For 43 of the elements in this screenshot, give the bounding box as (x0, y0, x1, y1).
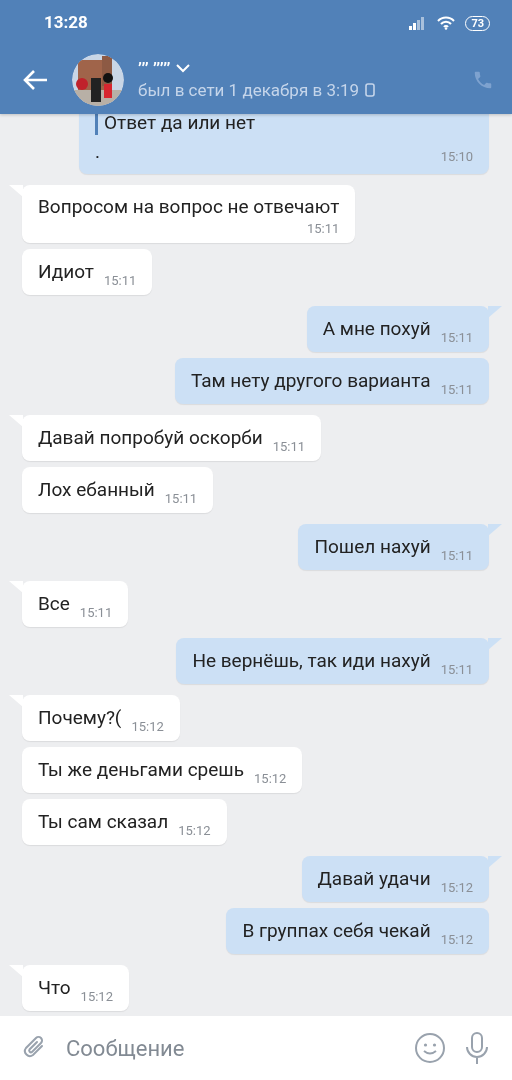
microphone-icon[interactable] (464, 1031, 490, 1065)
message-text: Лох ебанный (38, 478, 155, 502)
message-time: 15:12 (440, 881, 473, 894)
message-time: 15:11 (306, 222, 340, 235)
message-time: 15:11 (79, 606, 113, 619)
phone-icon (365, 83, 376, 97)
message-text: Там нету другого варианта (190, 369, 431, 393)
back-arrow-icon[interactable] (22, 69, 48, 91)
message-text: Давай удачи (317, 867, 431, 891)
message-text: . (95, 141, 100, 163)
wifi-icon (437, 16, 456, 30)
message-text: Ты сам сказал (38, 810, 169, 834)
message-time: 15:12 (254, 772, 287, 785)
emoji-icon[interactable] (414, 1032, 446, 1064)
message-time: 15:11 (440, 549, 473, 562)
message-time: 15:11 (103, 274, 137, 287)
message-text: Все (38, 592, 70, 616)
message-text: А мне похуй (322, 317, 431, 341)
message-text: Ты же деньгами срешь (38, 758, 245, 782)
message-time: 15:12 (440, 933, 473, 946)
message-time: 15:11 (440, 663, 473, 676)
message-time: 15:10 (440, 150, 473, 163)
message-time: 15:12 (80, 990, 113, 1003)
message-time: 15:12 (131, 720, 164, 733)
message-text: Почему?( (38, 706, 122, 730)
clock: 13:28 (44, 11, 88, 35)
quoted-message: Ответ да или нет (95, 114, 473, 135)
message-time: 15:11 (272, 440, 305, 453)
last-seen-status: был в сети 1 декабря в 3:19 (138, 79, 360, 102)
message-text: Вопросом на вопрос не отвечают (38, 195, 340, 219)
message-text: В группах себя чекай (242, 919, 431, 943)
contact-name[interactable]: ’’’ ’’’’’ (138, 58, 171, 78)
call-icon[interactable] (472, 69, 494, 91)
message-text: Что (38, 976, 71, 1000)
message-time: 15:11 (440, 331, 473, 344)
message-text: Давай попробуй оскорби (38, 426, 263, 450)
chevron-down-icon[interactable] (176, 63, 191, 73)
message-time: 15:11 (440, 383, 473, 396)
message-text: Не вернёшь, так иди нахуй (192, 649, 431, 673)
message-time: 15:12 (178, 824, 211, 837)
message-text: Идиот (38, 260, 94, 284)
message-text: Пошел нахуй (314, 535, 431, 559)
message-time: 15:11 (164, 492, 198, 505)
